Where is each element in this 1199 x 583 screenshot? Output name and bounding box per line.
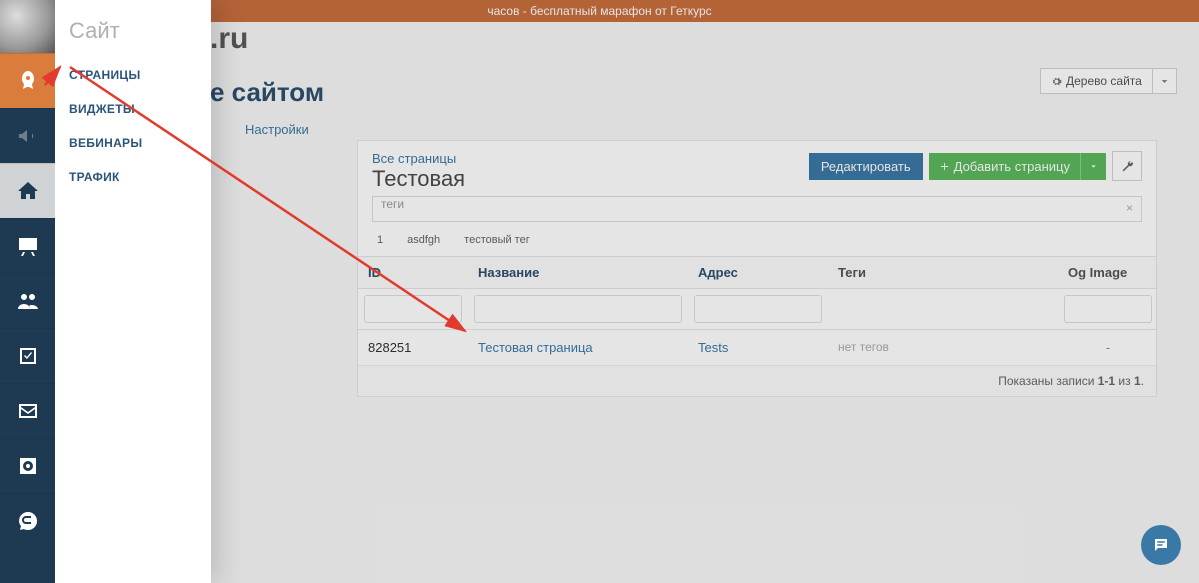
table-filters bbox=[358, 288, 1156, 329]
tags-placeholder: теги bbox=[381, 197, 404, 211]
nav-messages[interactable] bbox=[0, 383, 55, 438]
chat-icon bbox=[1152, 536, 1170, 554]
tag-chip[interactable]: asdfgh bbox=[402, 232, 445, 248]
clear-tags-button[interactable]: × bbox=[1126, 201, 1133, 215]
nav-users[interactable] bbox=[0, 273, 55, 328]
summary-prefix: Показаны записи bbox=[998, 374, 1098, 388]
table-row: 828251 Тестовая страница Tests нет тегов… bbox=[358, 329, 1156, 365]
edit-button[interactable]: Редактировать bbox=[809, 153, 923, 180]
gear-box-icon bbox=[16, 454, 40, 478]
cell-tags: нет тегов bbox=[828, 330, 1058, 365]
wrench-icon bbox=[1121, 160, 1134, 173]
add-page-label: Добавить страницу bbox=[954, 159, 1070, 174]
submenu-title: Сайт bbox=[55, 18, 211, 58]
avatar[interactable] bbox=[0, 0, 55, 53]
chat-c-icon bbox=[16, 509, 40, 533]
caret-down-icon bbox=[1159, 76, 1170, 87]
filter-name-input[interactable] bbox=[474, 295, 682, 323]
nav-announce[interactable] bbox=[0, 108, 55, 163]
tag-chip[interactable]: 1 bbox=[372, 232, 388, 248]
submenu-traffic[interactable]: ТРАФИК bbox=[55, 160, 211, 194]
submenu-webinars[interactable]: ВЕБИНАРЫ bbox=[55, 126, 211, 160]
tree-button-group: Дерево сайта bbox=[1040, 68, 1177, 94]
tag-chip[interactable]: тестовый тег bbox=[459, 232, 535, 248]
cell-name-link[interactable]: Тестовая страница bbox=[468, 330, 688, 365]
pages-panel: Все страницы Тестовая Редактировать Доба… bbox=[357, 140, 1157, 397]
col-tags: Теги bbox=[828, 257, 1058, 288]
site-submenu: Сайт СТРАНИЦЫ ВИДЖЕТЫ ВЕБИНАРЫ ТРАФИК bbox=[55, 0, 211, 583]
subtabs: Настройки bbox=[245, 122, 309, 137]
page-heading: е сайтом bbox=[210, 77, 324, 108]
cell-address-link[interactable]: Tests bbox=[688, 330, 828, 365]
tools-button[interactable] bbox=[1112, 151, 1142, 181]
tags-filter-input[interactable]: теги × bbox=[372, 196, 1142, 222]
submenu-pages[interactable]: СТРАНИЦЫ bbox=[55, 58, 211, 92]
plus-icon bbox=[939, 161, 950, 172]
nav-rocket[interactable] bbox=[0, 53, 55, 108]
breadcrumb-all-pages[interactable]: Все страницы bbox=[372, 151, 465, 166]
summary-range: 1-1 bbox=[1098, 374, 1115, 388]
tag-chips: 1 asdfgh тестовый тег bbox=[358, 228, 1156, 256]
site-tree-button[interactable]: Дерево сайта bbox=[1040, 68, 1153, 94]
filter-id-input[interactable] bbox=[364, 295, 462, 323]
table-header: ID Название Адрес Теги Og Image bbox=[358, 256, 1156, 288]
filter-address-input[interactable] bbox=[694, 295, 822, 323]
summary-suffix: . bbox=[1141, 374, 1144, 388]
summary-total: 1 bbox=[1134, 374, 1141, 388]
folder-title: Тестовая bbox=[372, 166, 465, 192]
caret-down-icon bbox=[1089, 162, 1098, 171]
nav-presentations[interactable] bbox=[0, 218, 55, 273]
table-summary: Показаны записи 1-1 из 1. bbox=[358, 365, 1156, 396]
users-icon bbox=[16, 289, 40, 313]
submenu-widgets[interactable]: ВИДЖЕТЫ bbox=[55, 92, 211, 126]
site-tree-label: Дерево сайта bbox=[1066, 74, 1142, 88]
summary-mid: из bbox=[1115, 374, 1134, 388]
checkbox-icon bbox=[16, 344, 40, 368]
col-id[interactable]: ID bbox=[358, 257, 468, 288]
chat-launcher[interactable] bbox=[1141, 525, 1181, 565]
add-page-button[interactable]: Добавить страницу bbox=[929, 153, 1080, 180]
nav-tasks[interactable] bbox=[0, 328, 55, 383]
nav-settings[interactable] bbox=[0, 438, 55, 493]
nav-chatlog[interactable] bbox=[0, 493, 55, 548]
mail-icon bbox=[16, 399, 40, 423]
chart-board-icon bbox=[16, 234, 40, 258]
left-nav-rail bbox=[0, 0, 55, 583]
col-name[interactable]: Название bbox=[468, 257, 688, 288]
domain-label: .ru bbox=[210, 22, 248, 56]
filter-og-input[interactable] bbox=[1064, 295, 1152, 323]
cell-id: 828251 bbox=[358, 330, 468, 365]
home-icon bbox=[16, 179, 40, 203]
cell-og: - bbox=[1058, 330, 1158, 365]
add-page-dropdown[interactable] bbox=[1080, 153, 1106, 180]
nav-site[interactable] bbox=[0, 163, 55, 218]
rocket-icon bbox=[16, 69, 40, 93]
gear-icon bbox=[1051, 76, 1062, 87]
tab-settings[interactable]: Настройки bbox=[245, 122, 309, 137]
site-tree-dropdown[interactable] bbox=[1153, 68, 1177, 94]
megaphone-icon bbox=[16, 124, 40, 148]
col-address[interactable]: Адрес bbox=[688, 257, 828, 288]
col-og: Og Image bbox=[1058, 257, 1158, 288]
